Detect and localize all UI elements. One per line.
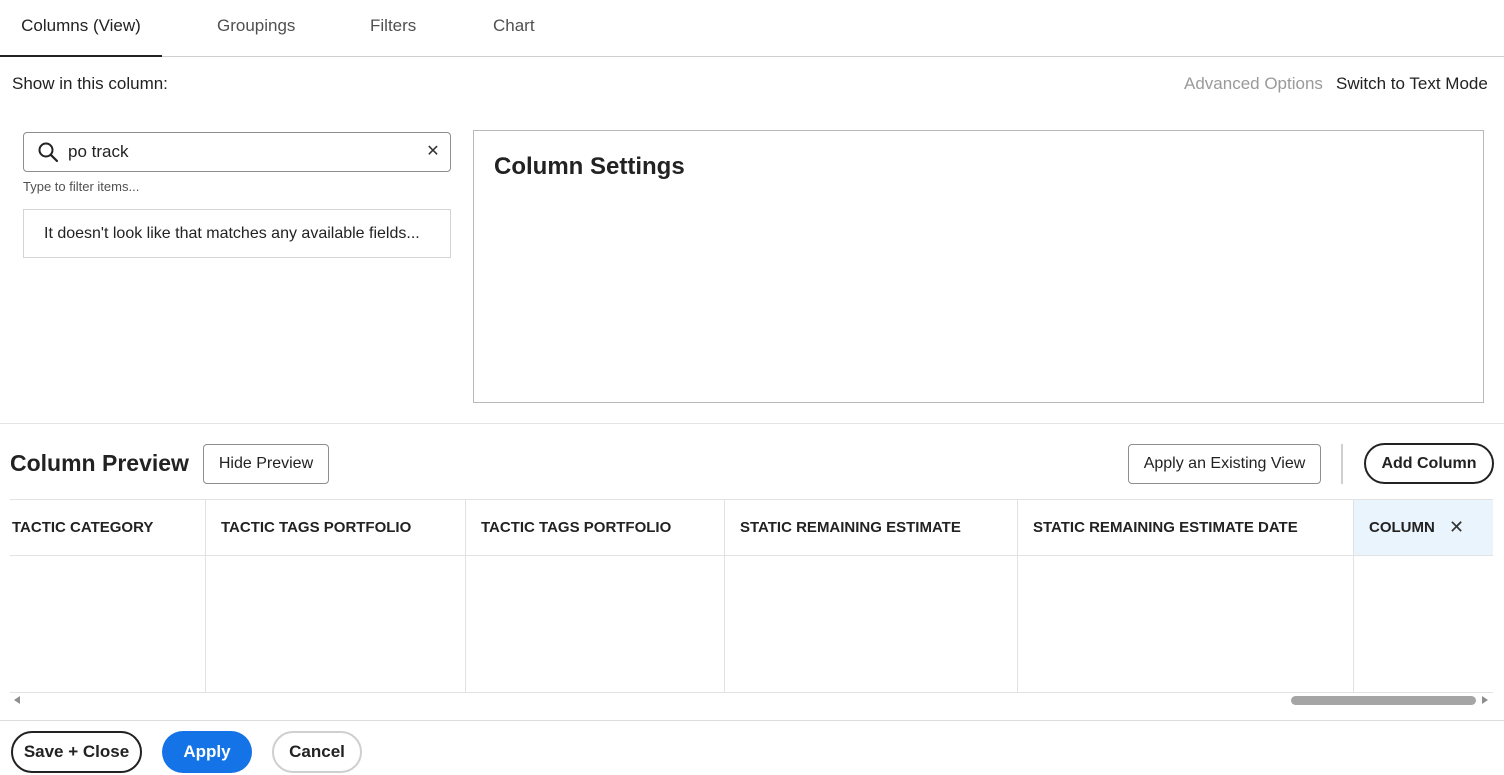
- tab-chart[interactable]: Chart: [493, 0, 535, 56]
- column-header-label: COLUMN: [1369, 519, 1435, 536]
- search-hint: Type to filter items...: [23, 179, 140, 194]
- column-header[interactable]: TACTIC CATEGORY: [10, 500, 205, 556]
- toolbar-divider: [1341, 444, 1343, 484]
- column-header[interactable]: STATIC REMAINING ESTIMATE DATE: [1018, 500, 1353, 556]
- field-search-box: ✕: [23, 132, 451, 172]
- tab-filters[interactable]: Filters: [370, 0, 416, 56]
- column-preview-grid: TACTIC CATEGORY TACTIC TAGS PORTFOLIO TA…: [10, 499, 1493, 693]
- column-settings-title: Column Settings: [494, 153, 685, 180]
- apply-existing-view-button[interactable]: Apply an Existing View: [1128, 444, 1321, 484]
- search-icon: [38, 142, 58, 162]
- advanced-options-link[interactable]: Advanced Options: [1184, 74, 1323, 94]
- preview-column[interactable]: STATIC REMAINING ESTIMATE: [725, 500, 1018, 692]
- column-header[interactable]: TACTIC TAGS PORTFOLIO: [206, 500, 465, 556]
- column-header-selected[interactable]: COLUMN ✕: [1354, 500, 1493, 556]
- no-results-message: It doesn't look like that matches any av…: [23, 209, 451, 258]
- section-divider: [0, 423, 1504, 424]
- preview-column[interactable]: TACTIC CATEGORY: [10, 500, 206, 692]
- save-close-button[interactable]: Save + Close: [11, 731, 142, 773]
- cancel-button[interactable]: Cancel: [272, 731, 362, 773]
- scroll-right-arrow-icon[interactable]: [1482, 696, 1488, 704]
- preview-column[interactable]: STATIC REMAINING ESTIMATE DATE: [1018, 500, 1354, 692]
- horizontal-scrollbar-thumb[interactable]: [1291, 696, 1476, 705]
- preview-column[interactable]: TACTIC TAGS PORTFOLIO: [466, 500, 725, 692]
- column-preview-title: Column Preview: [10, 450, 189, 476]
- switch-to-text-mode-link[interactable]: Switch to Text Mode: [1336, 74, 1488, 94]
- show-in-column-label: Show in this column:: [12, 74, 168, 93]
- column-settings-panel: Column Settings: [473, 130, 1484, 403]
- column-header[interactable]: STATIC REMAINING ESTIMATE: [725, 500, 1017, 556]
- footer-divider: [0, 720, 1504, 721]
- field-search-input[interactable]: [68, 139, 408, 165]
- hide-preview-button[interactable]: Hide Preview: [203, 444, 329, 484]
- preview-column-selected[interactable]: COLUMN ✕: [1354, 500, 1493, 692]
- apply-button[interactable]: Apply: [162, 731, 252, 773]
- add-column-button[interactable]: Add Column: [1364, 443, 1494, 484]
- scroll-left-arrow-icon[interactable]: [14, 696, 20, 704]
- tab-columns-view[interactable]: Columns (View): [0, 0, 162, 57]
- preview-column[interactable]: TACTIC TAGS PORTFOLIO: [206, 500, 466, 692]
- tab-groupings[interactable]: Groupings: [217, 0, 295, 56]
- tab-bar: Columns (View) Groupings Filters Chart: [0, 0, 1504, 57]
- remove-column-icon[interactable]: ✕: [1449, 500, 1464, 555]
- clear-search-icon[interactable]: ✕: [425, 143, 441, 161]
- column-header[interactable]: TACTIC TAGS PORTFOLIO: [466, 500, 724, 556]
